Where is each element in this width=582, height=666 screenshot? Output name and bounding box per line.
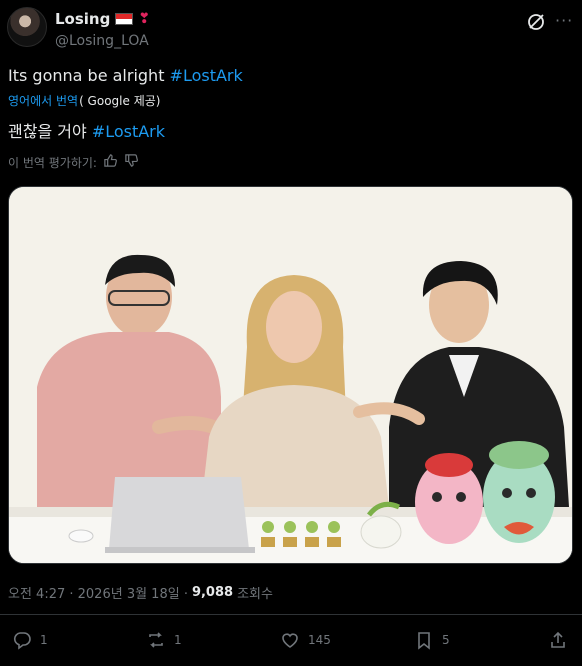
translated-text: 괜찮을 거야 #LostArk	[8, 118, 165, 142]
bookmark-button[interactable]: 5	[414, 630, 450, 650]
author-display-name[interactable]: Losing	[55, 10, 110, 28]
repost-icon	[149, 632, 163, 648]
repost-button[interactable]: 1	[146, 630, 182, 650]
reply-icon	[13, 632, 31, 650]
rate-translation-label: 이 번역 평가하기:	[8, 155, 97, 170]
rate-translation-row: 이 번역 평가하기:	[8, 153, 139, 171]
heart-icon	[282, 633, 298, 648]
timestamp[interactable]: 오전 4:27 · 2026년 3월 18일 ·	[8, 583, 188, 602]
views-label: 조회수	[237, 587, 273, 602]
author-name-row: Losing ❣	[55, 10, 150, 28]
thumbs-down-icon[interactable]	[124, 153, 139, 171]
photo-illustration	[9, 187, 572, 563]
hashtag-link[interactable]: #LostArk	[170, 66, 243, 85]
like-button[interactable]: 145	[280, 630, 331, 650]
more-options-icon[interactable]: ···	[555, 11, 573, 30]
translation-provider: ( Google 제공)	[79, 94, 161, 108]
grok-icon[interactable]	[526, 12, 546, 32]
bookmark-count: 5	[442, 633, 450, 647]
share-icon	[551, 631, 565, 648]
bookmark-icon	[418, 632, 430, 650]
share-button[interactable]	[548, 630, 568, 650]
avatar[interactable]	[7, 7, 47, 47]
translated-hashtag-link[interactable]: #LostArk	[92, 122, 165, 141]
divider	[0, 614, 582, 615]
author-handle[interactable]: @Losing_LOA	[55, 33, 149, 49]
tweet-text: Its gonna be alright #LostArk	[8, 66, 243, 85]
translated-text-body: 괜찮을 거야	[8, 122, 92, 141]
views-count: 9,088	[191, 585, 234, 600]
flag-icon	[115, 13, 134, 25]
tweet-photo[interactable]	[8, 186, 573, 564]
repost-count: 1	[174, 633, 182, 647]
tweet-meta: 오전 4:27 · 2026년 3월 18일 · 9,088 조회수	[8, 583, 273, 602]
translated-from-link[interactable]: 영어에서 번역	[8, 92, 78, 109]
reply-button[interactable]: 1	[12, 630, 48, 650]
like-count: 145	[308, 633, 331, 647]
action-bar: 1 1 145 5	[0, 626, 582, 660]
translation-source: 영어에서 번역 ( Google 제공)	[8, 92, 160, 109]
reply-count: 1	[40, 633, 48, 647]
tweet-text-body: Its gonna be alright	[8, 66, 170, 85]
thumbs-up-icon[interactable]	[103, 153, 118, 171]
red-heart-icon: ❣	[138, 11, 151, 27]
